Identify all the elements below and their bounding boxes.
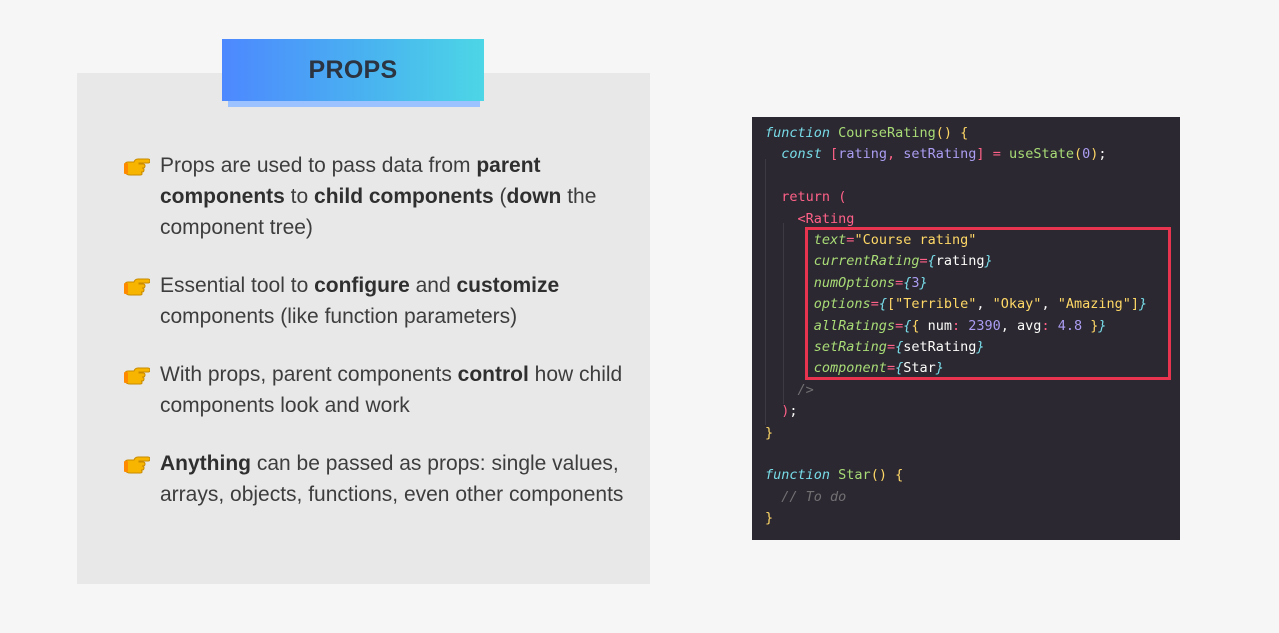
code-line: // To do xyxy=(765,487,846,508)
bullet-text: With props, parent components xyxy=(160,363,458,386)
bullet-text: Essential tool to xyxy=(160,274,315,297)
pointing-hand-icon xyxy=(124,154,151,176)
code-token: rating xyxy=(838,146,887,163)
slide-title: PROPS xyxy=(308,55,398,84)
bullet-text: Props are used to pass data from xyxy=(160,154,477,177)
code-token: return xyxy=(781,189,831,206)
code-token: [ xyxy=(830,146,839,163)
code-token: { xyxy=(960,125,969,141)
bullet-bold-text: Anything xyxy=(160,452,251,475)
code-token: useState xyxy=(1008,146,1074,163)
code-line: /> xyxy=(765,380,814,401)
code-token: CourseRating xyxy=(838,125,936,141)
code-token: () xyxy=(935,125,952,141)
code-token: } xyxy=(765,424,774,441)
code-line: ); xyxy=(765,401,798,422)
code-line: } xyxy=(765,508,773,529)
bullet-text: and xyxy=(409,274,457,297)
code-token: = xyxy=(992,146,1001,163)
code-line: function Star() { xyxy=(765,465,903,486)
bullet-bold-text: down xyxy=(506,185,562,208)
pointing-hand-icon xyxy=(124,274,151,296)
pointing-hand-icon xyxy=(124,363,151,385)
bullet-item: Props are used to pass data from parent … xyxy=(124,150,624,243)
code-token: () xyxy=(870,467,887,484)
code-token: function xyxy=(765,467,831,484)
bullet-bold-text: configure xyxy=(314,274,410,297)
code-token: // To do xyxy=(781,488,847,505)
bullet-bold-text: customize xyxy=(456,274,560,297)
code-token: ; xyxy=(789,403,798,420)
code-token: ( xyxy=(838,189,847,206)
code-line: function CourseRating() { xyxy=(765,123,968,144)
code-token: /> xyxy=(797,381,814,398)
code-token: ( xyxy=(1074,146,1083,163)
bullet-bold-text: control xyxy=(457,363,529,386)
code-token: function xyxy=(765,125,831,141)
props-highlight-box xyxy=(805,227,1171,380)
code-token: const xyxy=(781,146,822,163)
bullet-item: With props, parent components control ho… xyxy=(124,359,624,421)
code-token: Star xyxy=(838,467,871,484)
bullet-list: Props are used to pass data from parent … xyxy=(124,150,624,510)
code-token: } xyxy=(765,510,774,527)
code-token: Rating xyxy=(805,210,855,227)
code-token: { xyxy=(895,467,904,484)
code-token: , xyxy=(886,146,896,163)
code-line: } xyxy=(765,423,773,444)
code-token: < xyxy=(797,210,806,227)
bullet-text: ( xyxy=(493,185,507,208)
code-token: ] xyxy=(976,146,985,163)
bullet-text: to xyxy=(284,185,315,208)
pointing-hand-icon xyxy=(124,452,151,474)
code-token: ; xyxy=(1098,146,1107,163)
title-banner: PROPS xyxy=(222,39,484,101)
bullet-item: Essential tool to configure and customiz… xyxy=(124,270,624,332)
code-line: const [rating, setRating] = useState(0); xyxy=(765,144,1107,165)
bullet-bold-text: child components xyxy=(314,185,494,208)
code-token: setRating xyxy=(903,146,977,163)
bullet-item: Anything can be passed as props: single … xyxy=(124,448,624,510)
bullet-text: components (like function parameters) xyxy=(160,305,518,328)
code-line: return ( xyxy=(765,187,846,208)
